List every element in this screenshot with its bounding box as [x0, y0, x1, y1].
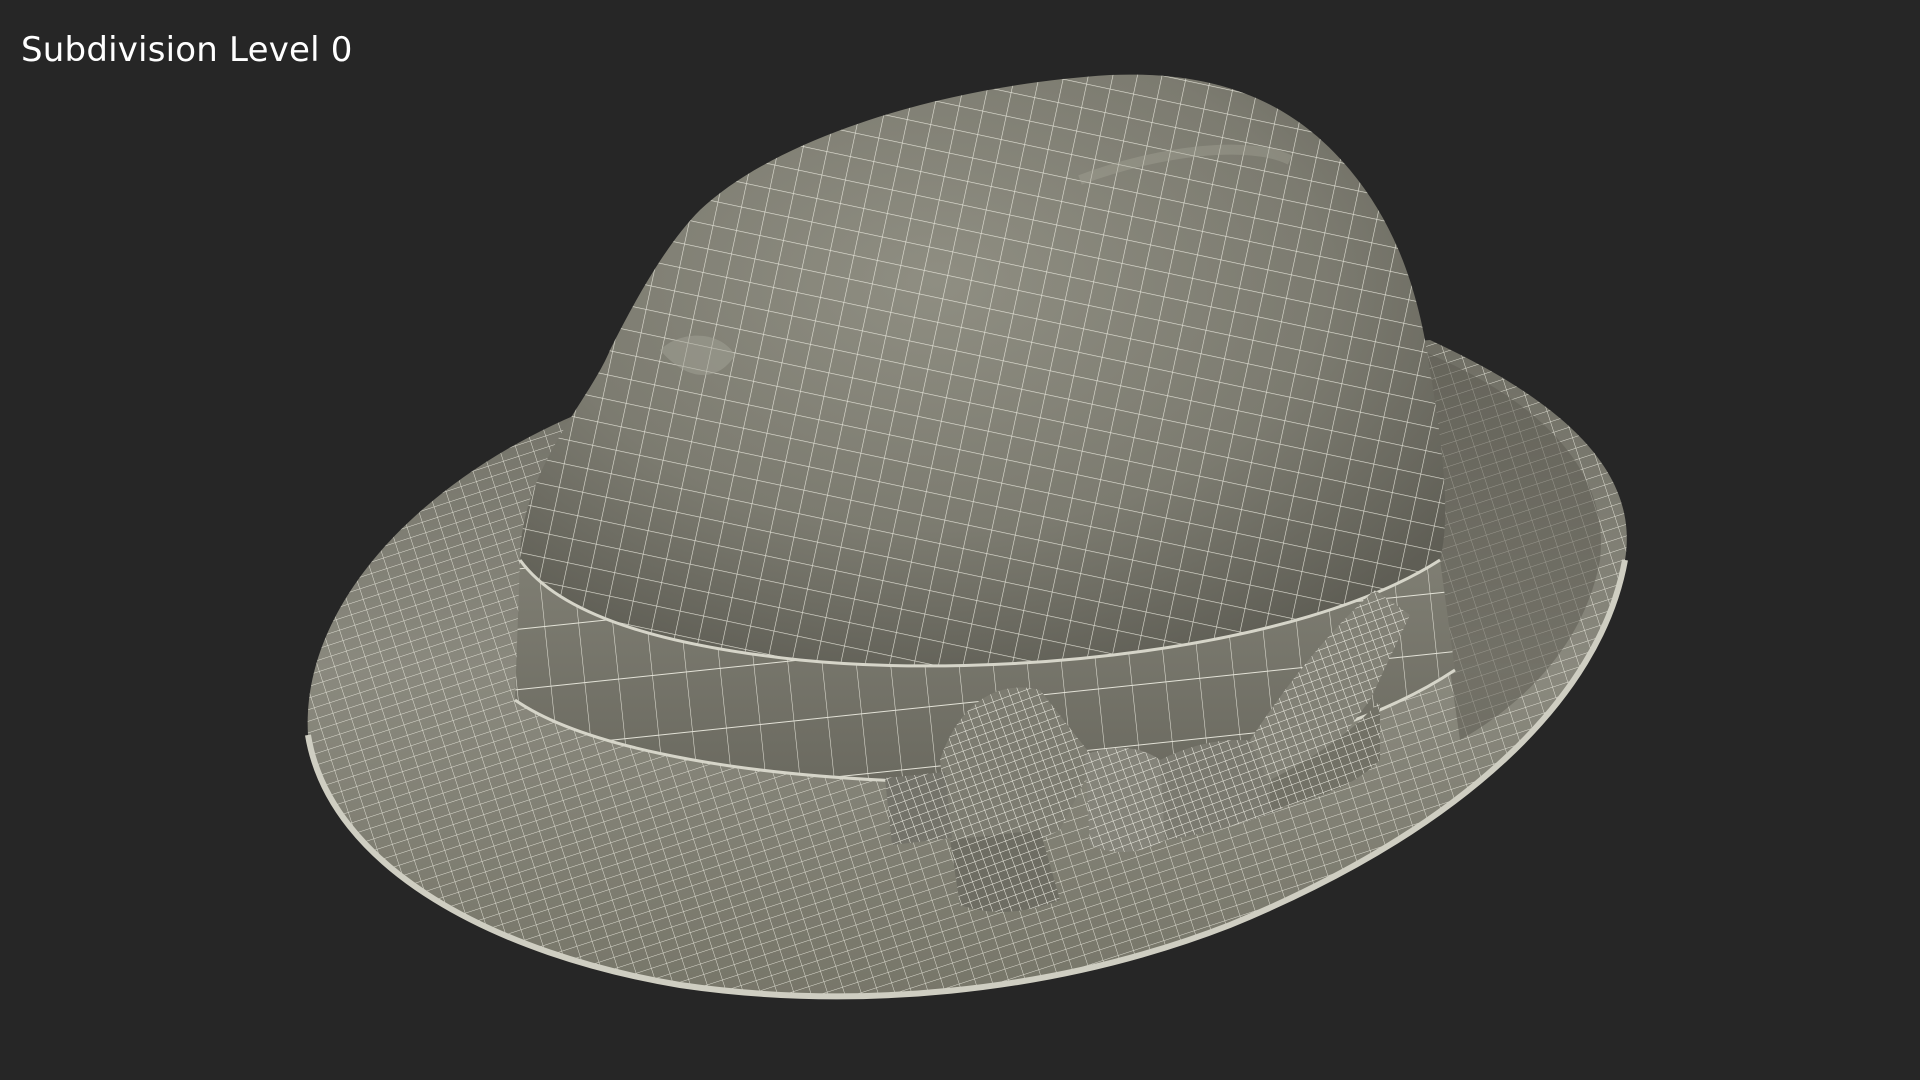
subdivision-level-label: Subdivision Level 0: [21, 30, 353, 70]
render-viewport: Subdivision Level 0: [0, 0, 1920, 1080]
hat-wireframe-render: [305, 74, 1628, 1000]
crown: [520, 74, 1446, 666]
